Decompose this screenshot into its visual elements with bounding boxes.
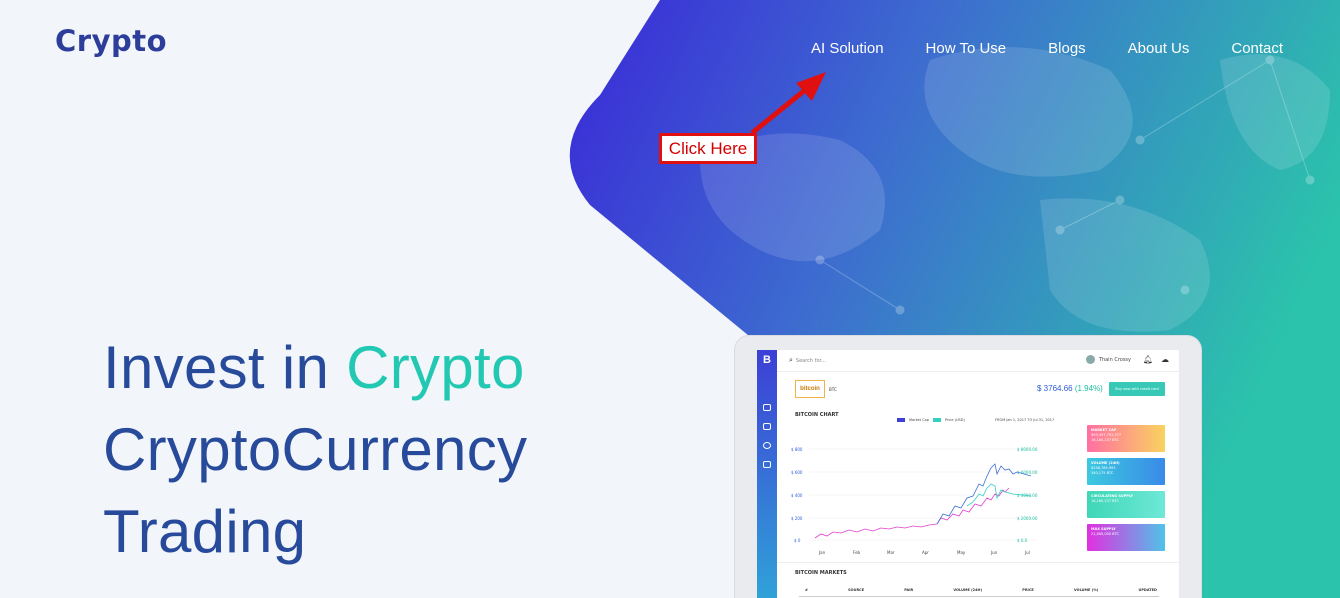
stat-card-volume: VOLUME (24H) $258,765,993 340,175 BTC [1087, 458, 1165, 485]
globe-nav-icon [763, 442, 771, 449]
x-month-tick: May [957, 550, 966, 555]
legend-price: Price (USD) [944, 418, 965, 422]
exchange-nav-icon [763, 423, 771, 430]
user-name: Thain Crossy [1098, 356, 1131, 363]
y-left-tick: $ 0 [794, 538, 801, 543]
column-header: VOLUME (24H) [953, 588, 983, 592]
sidebar-logo-icon: B [763, 354, 771, 366]
dashboard-sidebar: B [757, 350, 777, 598]
headline-line2: CryptoCurrency [103, 416, 528, 483]
section-divider [777, 562, 1179, 563]
stat-line: 16,180,237 BTC [1091, 499, 1119, 503]
x-month-tick: Feb [853, 550, 861, 555]
bitcoin-logo: bitcoin [795, 380, 825, 398]
dashboard-user: Thain Crossy [1085, 355, 1131, 364]
click-here-callout: Click Here [659, 133, 757, 164]
headline-line3: Trading [103, 498, 307, 565]
search-icon: ⌕ [789, 356, 793, 364]
markets-table-header: # SOURCE PAIR VOLUME (24H) PRICE VOLUME … [805, 588, 1157, 592]
stat-line: 21,000,000 BTC [1091, 532, 1119, 536]
y-right-tick: $ 0.0 [1017, 538, 1028, 543]
dashboard-screen: B ⌕ Search for... Thain Crossy 🔔︎ ☁ bitc… [757, 350, 1179, 598]
legend-swatch-price [932, 418, 941, 422]
legend-market-cap: Market Cap [909, 418, 929, 422]
chart-date-range: FROM Jan 1, 2017 TO Jul 31, 2017 [995, 418, 1055, 422]
column-header: # [805, 588, 808, 592]
column-header: PRICE [1022, 588, 1034, 592]
headline-prefix: Invest in [103, 334, 347, 401]
column-header: VOLUME (%) [1073, 588, 1099, 592]
x-month-tick: Jun [990, 550, 998, 555]
table-divider [799, 596, 1159, 597]
chart-legend: Market Cap Price (USD) [897, 418, 965, 422]
y-right-tick: $ 2000.00 [1017, 516, 1038, 521]
stat-line: $93,497,791,377 [1091, 433, 1122, 437]
chart-nav-icon [763, 404, 771, 411]
y-right-tick: $ 8000.00 [1017, 447, 1038, 452]
cloud-icon: ☁ [1161, 355, 1169, 364]
markets-title: BITCOIN MARKETS [795, 570, 847, 576]
headline-accent: Crypto [346, 334, 525, 401]
bell-icon: 🔔︎ [1142, 355, 1153, 364]
coin-code: BTC [829, 387, 837, 392]
x-month-tick: Mar [887, 550, 895, 555]
price-value: $ 3764.66 [1037, 384, 1073, 393]
chart-title: BITCOIN CHART [795, 412, 839, 418]
stats-cards: MARKET CAP $93,497,791,377 16,180,237 BT… [1087, 425, 1165, 557]
stat-line: 340,175 BTC [1091, 471, 1114, 475]
x-month-tick: Apr [922, 550, 929, 555]
x-month-tick: Jul [1024, 550, 1030, 555]
hero-headline: Invest in Crypto CryptoCurrency Trading [103, 327, 527, 573]
stat-card-max-supply: MAX SUPPLY 21,000,000 BTC [1087, 524, 1165, 551]
stat-line: $258,765,993 [1091, 466, 1116, 470]
y-left-tick: $ 800 [791, 447, 803, 452]
mail-nav-icon [763, 461, 771, 468]
y-left-tick: $ 200 [791, 516, 803, 521]
stat-card-market-cap: MARKET CAP $93,497,791,377 16,180,237 BT… [1087, 425, 1165, 452]
dashboard-laptop-mockup: B ⌕ Search for... Thain Crossy 🔔︎ ☁ bitc… [735, 336, 1201, 598]
nav-contact[interactable]: Contact [1210, 40, 1304, 57]
column-header: PAIR [904, 588, 914, 592]
y-left-tick: $ 600 [791, 470, 803, 475]
legend-swatch-market-cap [897, 418, 905, 422]
brand-logo[interactable]: Crypto [55, 24, 167, 58]
y-left-tick: $ 400 [791, 493, 803, 498]
nav-about-us[interactable]: About Us [1107, 40, 1211, 57]
dashboard-search-input: Search for... [795, 357, 826, 364]
column-header: SOURCE [848, 588, 865, 592]
coin-price: $ 3764.66 (1.94%) [1037, 384, 1103, 393]
nav-ai-solution[interactable]: AI Solution [790, 40, 905, 57]
page: Crypto AI Solution How To Use Blogs Abou… [0, 0, 1340, 598]
bitcoin-line-chart: $ 800 $ 600 $ 400 $ 200 $ 0 $ 8000.00 $ … [791, 447, 1038, 555]
x-month-tick: Jan [818, 550, 826, 555]
column-header: UPDATED [1138, 588, 1157, 592]
price-series-line [814, 487, 1010, 539]
dashboard-topbar: ⌕ Search for... Thain Crossy 🔔︎ ☁ [777, 350, 1179, 372]
buy-button: Buy now with credit card [1109, 382, 1165, 396]
nav-how-to-use[interactable]: How To Use [905, 40, 1028, 57]
nav-blogs[interactable]: Blogs [1027, 40, 1107, 57]
stat-line: 16,180,237 BTC [1091, 438, 1119, 442]
price-change: (1.94%) [1074, 384, 1103, 393]
stat-card-circulating-supply: CIRCULATING SUPPLY 16,180,237 BTC [1087, 491, 1165, 518]
avatar [1085, 355, 1095, 364]
main-nav: AI Solution How To Use Blogs About Us Co… [790, 40, 1304, 57]
